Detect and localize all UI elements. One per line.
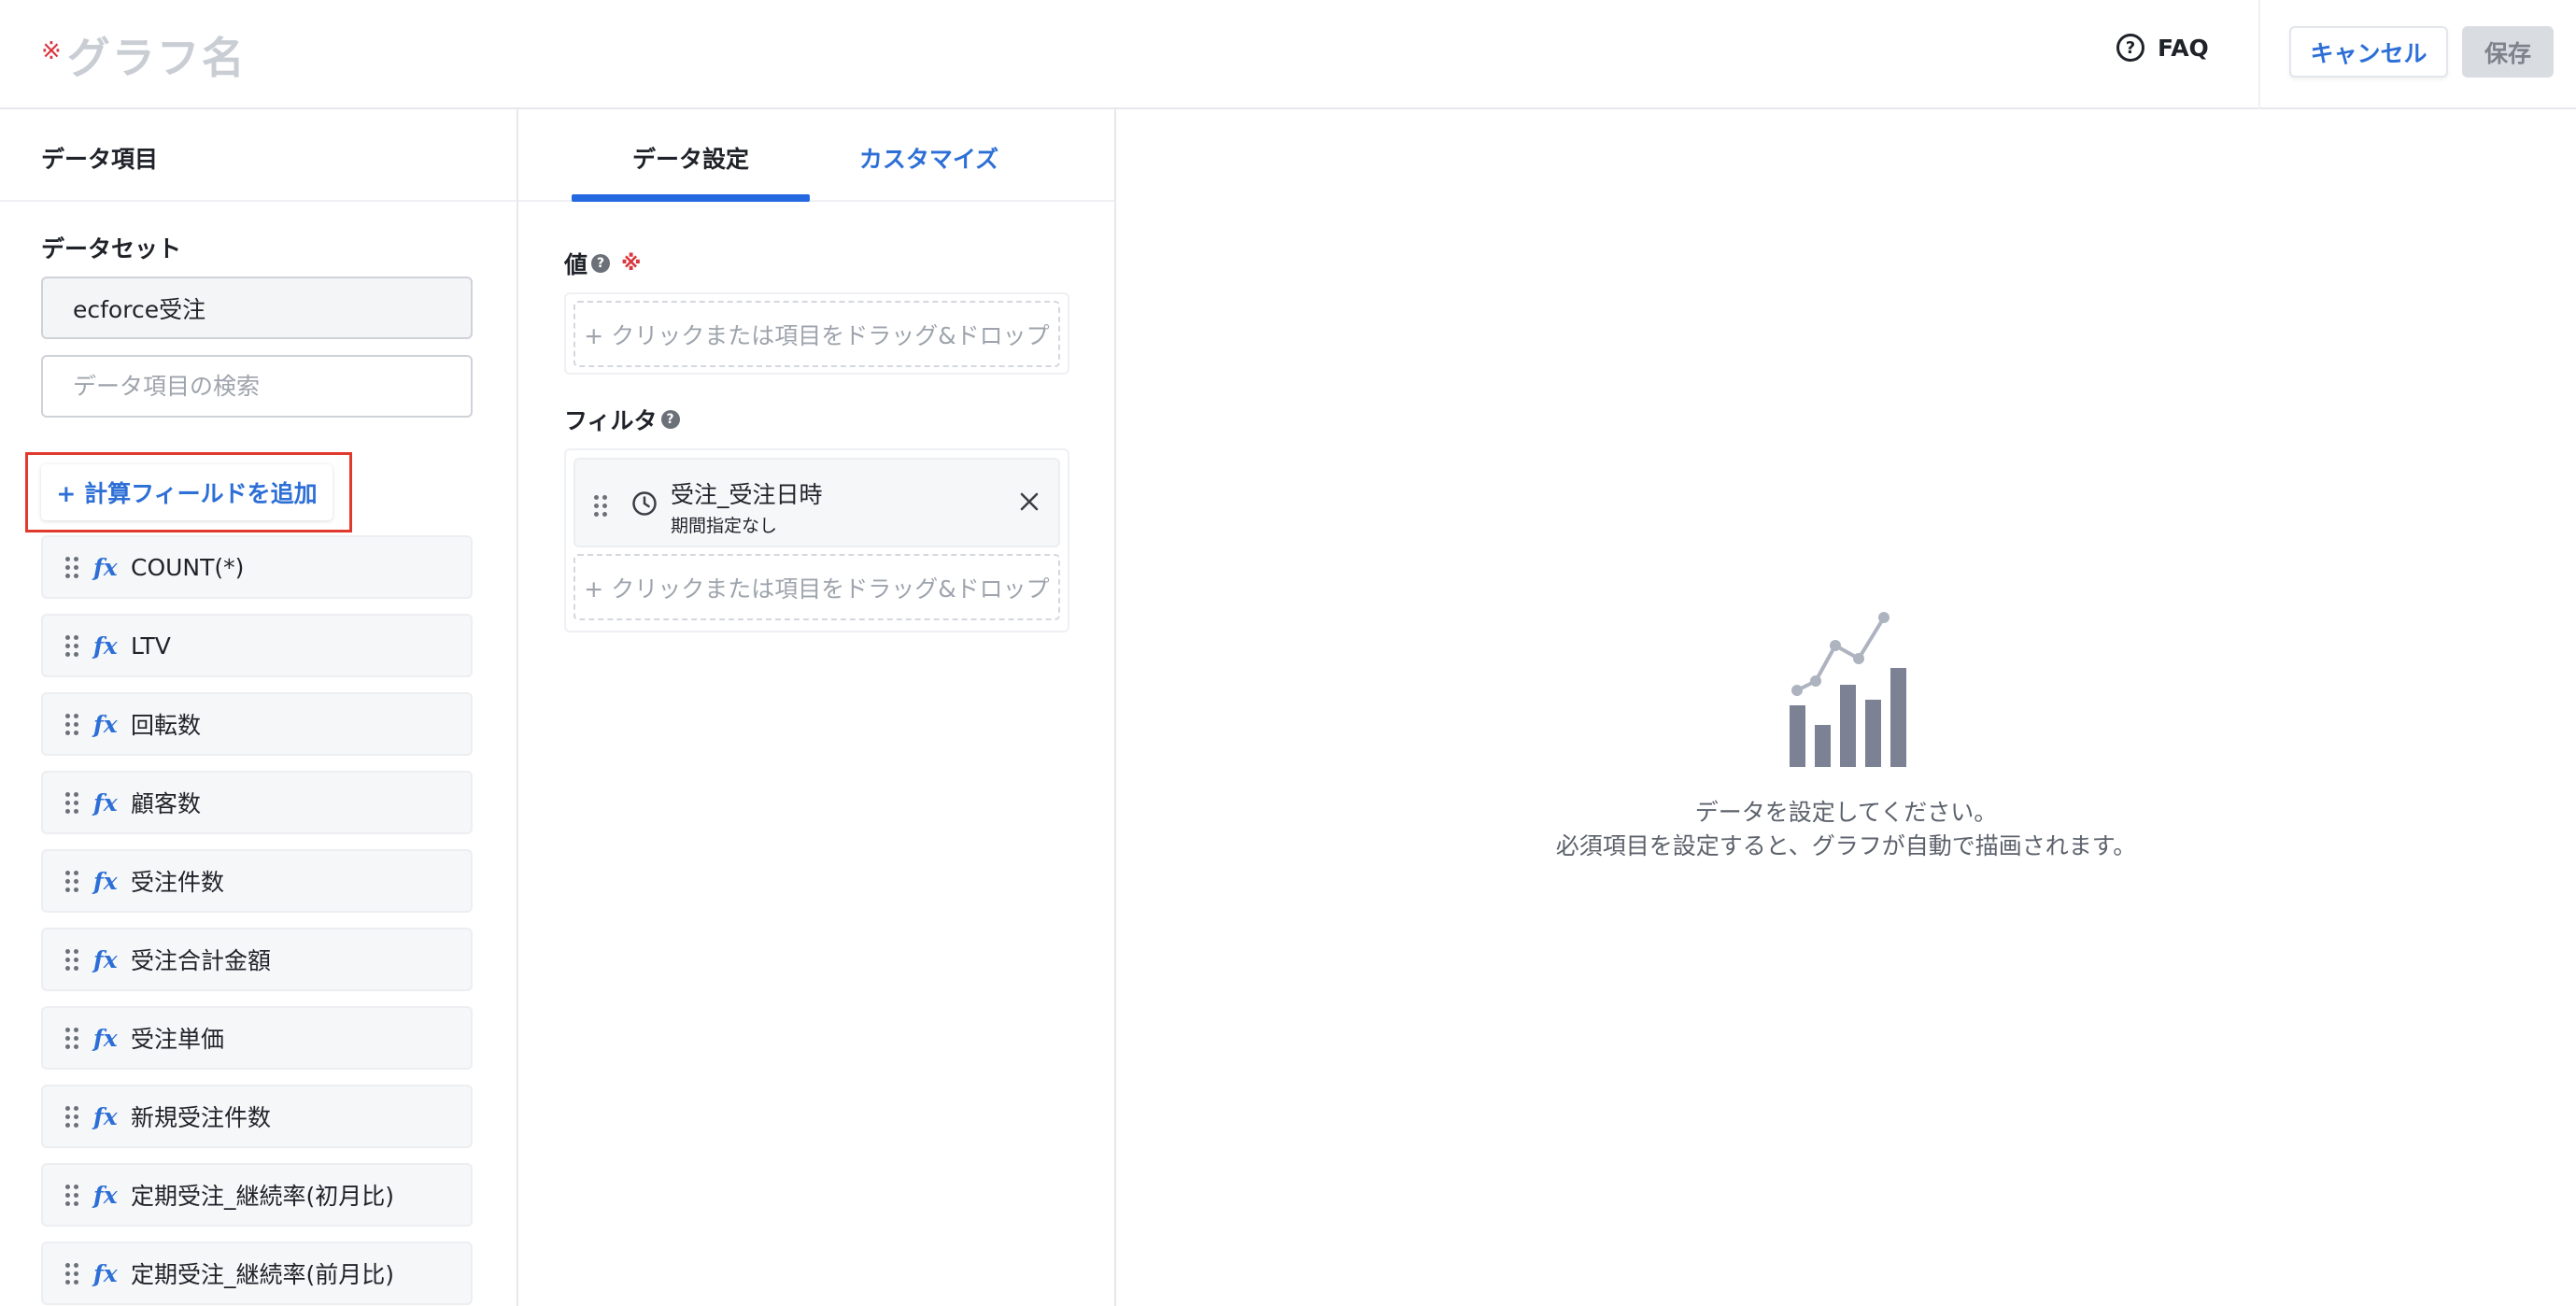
fx-icon: fx	[93, 1259, 118, 1287]
fx-icon: fx	[93, 1102, 118, 1130]
empty-message-line2: 必須項目を設定すると、グラフが自動で描画されます。	[1555, 832, 2137, 859]
list-item[interactable]: fx LTV	[41, 614, 473, 677]
fx-icon: fx	[93, 945, 118, 973]
field-label: 回転数	[131, 712, 202, 739]
graph-title-field[interactable]: ※ グラフ名	[41, 24, 247, 86]
field-label: 新規受注件数	[131, 1104, 272, 1131]
data-item-search-input[interactable]	[41, 355, 473, 418]
fx-icon: fx	[93, 553, 118, 581]
field-label: 定期受注_継続率(前月比)	[131, 1261, 395, 1288]
fx-icon: fx	[93, 710, 118, 738]
cancel-button[interactable]: キャンセル	[2289, 26, 2448, 78]
dataset-select[interactable]: ecforce受注	[41, 277, 473, 339]
data-items-sidebar: データ項目 データセット ecforce受注 + 計算フィールドを追加 fx C…	[0, 109, 518, 1306]
required-mark: ※	[41, 37, 62, 65]
filter-subtitle: 期間指定なし	[671, 516, 778, 536]
field-list: fx COUNT(*) fx LTV fx 回転数 fx 顧客数 fx 受注件数…	[41, 535, 473, 1306]
list-item[interactable]: fx 定期受注_継続率(初月比)	[41, 1163, 473, 1227]
drag-handle-icon[interactable]	[65, 791, 78, 814]
tab-customize[interactable]: カスタマイズ	[810, 141, 1048, 175]
field-label: 定期受注_継続率(初月比)	[131, 1183, 395, 1210]
field-label: 受注件数	[131, 869, 225, 896]
fx-icon: fx	[93, 867, 118, 895]
config-panel: データ設定 カスタマイズ 値 ? ※ + クリックまたは項目をドラッグ&ドロップ…	[518, 109, 1116, 1306]
list-item[interactable]: fx 回転数	[41, 692, 473, 756]
clock-icon	[632, 491, 657, 516]
list-item[interactable]: fx COUNT(*)	[41, 535, 473, 599]
header-divider	[2258, 0, 2260, 109]
field-label: COUNT(*)	[131, 553, 245, 581]
drag-handle-icon[interactable]	[65, 556, 78, 578]
sidebar-title: データ項目	[41, 146, 159, 173]
help-icon[interactable]: ?	[660, 410, 680, 429]
save-button[interactable]: 保存	[2462, 26, 2554, 78]
required-mark: ※	[621, 251, 642, 276]
drag-handle-icon[interactable]	[65, 634, 78, 657]
field-label: 顧客数	[131, 790, 202, 817]
filter-drop-zone[interactable]: + クリックまたは項目をドラッグ&ドロップ	[573, 554, 1060, 620]
filter-item[interactable]: 受注_受注日時 期間指定なし	[573, 458, 1060, 547]
config-tabs: データ設定 カスタマイズ	[518, 109, 1114, 202]
question-circle-icon: ?	[2116, 34, 2144, 62]
list-item[interactable]: fx 顧客数	[41, 771, 473, 834]
drag-handle-icon[interactable]	[65, 1262, 78, 1285]
chart-preview-area: データを設定してください。 必須項目を設定すると、グラフが自動で描画されます。	[1116, 109, 2576, 1306]
value-drop-box: + クリックまたは項目をドラッグ&ドロップ	[564, 292, 1069, 375]
fx-icon: fx	[93, 1024, 118, 1052]
drag-handle-icon[interactable]	[65, 1184, 78, 1206]
add-calculated-field-button[interactable]: + 計算フィールドを追加	[41, 464, 333, 520]
fx-icon: fx	[93, 1181, 118, 1209]
graph-title-placeholder[interactable]: グラフ名	[67, 24, 247, 86]
list-item[interactable]: fx 受注件数	[41, 849, 473, 913]
help-icon[interactable]: ?	[591, 254, 611, 273]
header: ※ グラフ名 ? FAQ キャンセル 保存	[0, 0, 2576, 109]
drag-handle-icon[interactable]	[594, 495, 607, 517]
faq-label: FAQ	[2158, 34, 2209, 62]
sidebar-header: データ項目	[0, 109, 517, 202]
empty-message-line1: データを設定してください。	[1694, 799, 1998, 826]
drag-handle-icon[interactable]	[65, 948, 78, 971]
filter-drop-box: 受注_受注日時 期間指定なし + クリックまたは項目をドラッグ&ドロップ	[564, 448, 1069, 632]
filter-label: フィルタ	[564, 407, 658, 434]
value-section-label: 値 ? ※	[564, 247, 641, 280]
list-item[interactable]: fx 定期受注_継続率(前月比)	[41, 1242, 473, 1305]
active-tab-indicator	[572, 194, 810, 202]
field-label: LTV	[131, 632, 171, 660]
tab-data-settings[interactable]: データ設定	[572, 141, 810, 175]
filter-title: 受注_受注日時	[671, 481, 823, 508]
field-label: 受注合計金額	[131, 947, 272, 974]
fx-icon: fx	[93, 788, 118, 816]
drag-handle-icon[interactable]	[65, 1027, 78, 1049]
list-item[interactable]: fx 受注合計金額	[41, 928, 473, 991]
field-label: 受注単価	[131, 1026, 225, 1053]
drag-handle-icon[interactable]	[65, 870, 78, 892]
drag-handle-icon[interactable]	[65, 1105, 78, 1128]
value-label: 値	[564, 251, 588, 278]
list-item[interactable]: fx 受注単価	[41, 1006, 473, 1070]
chart-placeholder-icon	[1790, 612, 1906, 767]
drag-handle-icon[interactable]	[65, 713, 78, 735]
value-drop-zone[interactable]: + クリックまたは項目をドラッグ&ドロップ	[573, 301, 1060, 367]
filter-section-label: フィルタ ?	[564, 403, 680, 436]
list-item[interactable]: fx 新規受注件数	[41, 1085, 473, 1148]
fx-icon: fx	[93, 632, 118, 660]
faq-link[interactable]: ? FAQ	[2116, 34, 2209, 62]
dataset-label: データセット	[41, 235, 182, 263]
close-icon[interactable]	[1017, 490, 1041, 514]
